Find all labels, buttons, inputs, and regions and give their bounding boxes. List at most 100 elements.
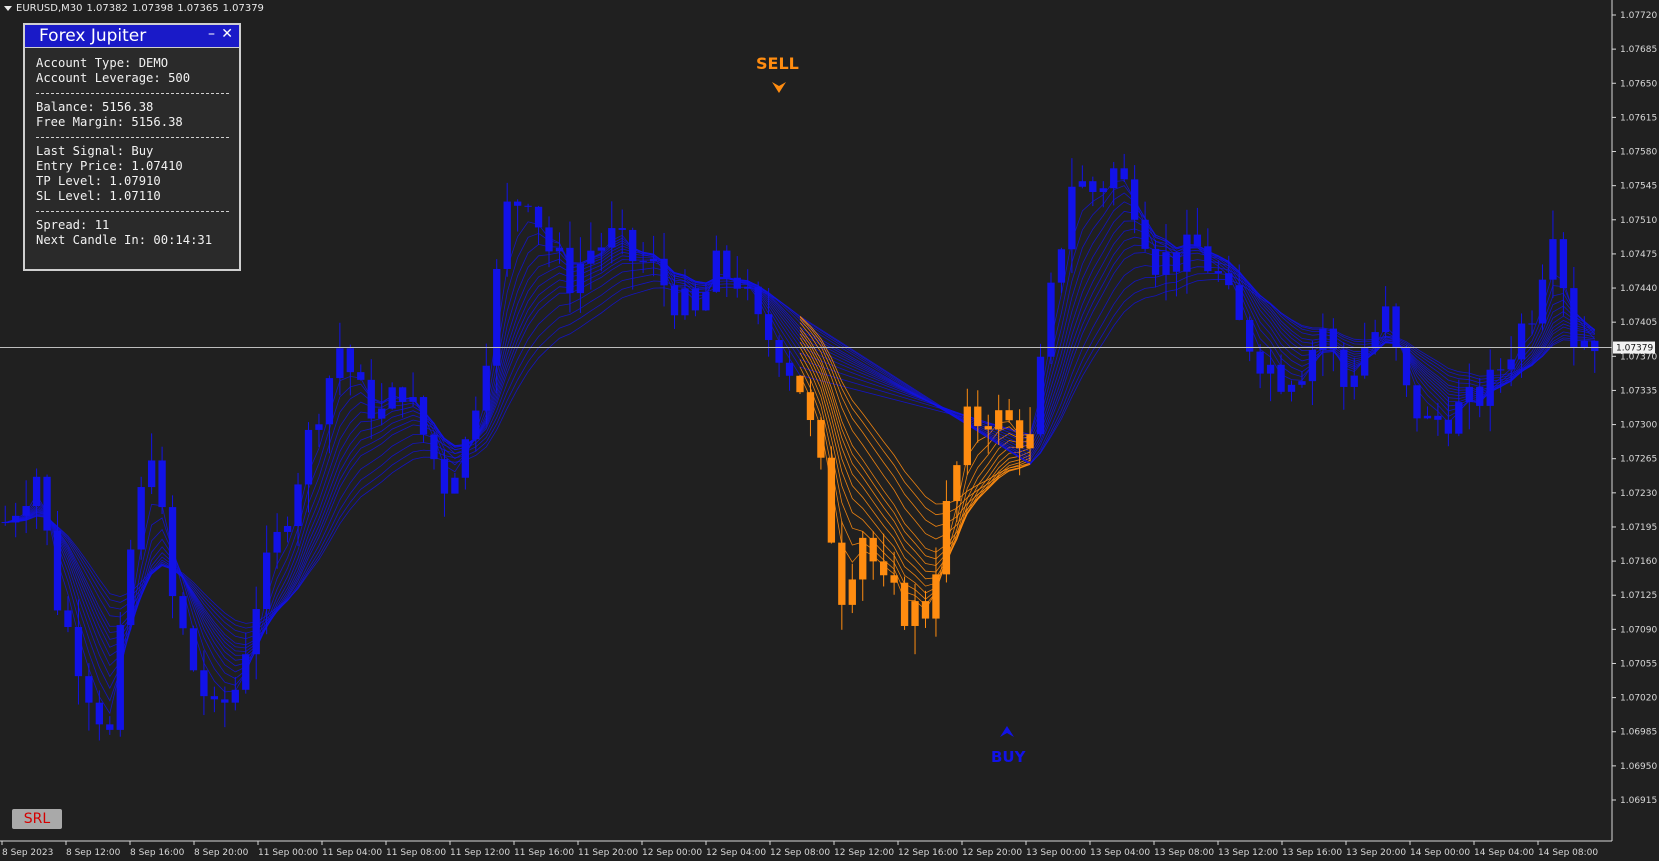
price-tick-label: 1.07265 [1620,455,1657,465]
candle-body [1308,349,1317,382]
candle-body [1266,364,1275,374]
candle-body [158,460,166,508]
candle-body [534,206,543,228]
divider [36,204,229,218]
candle-body [1402,347,1411,386]
current-price-label: 1.07379 [1616,344,1653,354]
candle-body [1350,375,1358,387]
price-tick-label: 1.07545 [1620,182,1657,192]
candle-body [1319,328,1327,350]
candle-body [147,460,156,488]
candle-body [43,476,51,531]
candle-body [357,372,365,380]
candle-body [618,228,626,230]
candle-body [325,378,334,425]
close-button[interactable]: ✕ [221,26,233,42]
candle-body [859,537,867,580]
candle-body [127,549,135,626]
candle-body [419,397,428,435]
time-tick-label: 12 Sep 12:00 [834,848,894,858]
candle-body [346,348,354,373]
price-tick-label: 1.07335 [1620,386,1657,396]
candle-body [1413,385,1421,419]
account-leverage-line: Account Leverage: 500 [36,71,191,85]
candle-body [168,507,177,597]
candle-body [1036,356,1045,435]
buy-label: BUY [991,748,1027,766]
current-price-tag: 1.07379 [1613,341,1655,354]
candle-body [1120,168,1128,180]
chart-menu-triangle-icon[interactable] [4,5,12,11]
candle-body [869,537,877,562]
srl-button[interactable]: SRL [12,809,62,829]
candle-body [900,582,909,626]
candle-body [430,434,438,460]
candle-body [670,285,679,316]
candle-body [1183,234,1191,272]
candle-body [1444,419,1453,434]
time-tick-label: 13 Sep 12:00 [1218,848,1278,858]
candle-body [712,250,720,292]
candle-body [482,365,490,411]
candle-body [1256,351,1264,374]
candle-body [1538,279,1547,324]
forex-jupiter-panel[interactable]: Forex Jupiter – ✕ Account Type: DEMO Acc… [23,23,241,271]
candle-body [974,406,982,427]
candle-body [702,291,710,311]
balance-line: Balance: 5156.38 [36,100,154,114]
candle-body [273,531,281,553]
candle-body [963,406,971,466]
candle-body [932,574,940,619]
time-tick-label: 12 Sep 00:00 [642,848,702,858]
candle-body [555,247,564,252]
candle-body [1151,248,1160,275]
candle-body [252,609,260,655]
candle-body [200,670,208,697]
candle-body [608,228,616,248]
candle-body [22,506,30,516]
price-tick-label: 1.06985 [1620,728,1657,738]
candle-body [388,387,396,409]
candle-body [817,420,825,458]
candle-body [880,561,888,576]
time-tick-label: 11 Sep 12:00 [450,848,510,858]
minimize-button[interactable]: – [208,26,215,42]
candle-body [1371,332,1379,349]
candle-body [629,229,637,262]
candle-body [1496,369,1505,371]
candle-body [1204,246,1212,272]
price-tick-label: 1.07440 [1620,284,1657,294]
candle-body [545,227,553,252]
candle-body [660,258,668,286]
sl-level-line: SL Level: 1.07110 [36,189,161,203]
bid-value: 1.07382 [86,3,128,14]
candle-body [1423,415,1432,419]
candle-body [1099,188,1107,192]
panel-title-bar[interactable]: Forex Jupiter – ✕ [25,25,239,48]
price-chart[interactable]: 1.07720 1.07685 1.07650 1.07615 1.07580 1.075… [0,0,1659,861]
time-tick-label: 11 Sep 00:00 [258,848,318,858]
time-tick-label: 14 Sep 08:00 [1538,848,1598,858]
candle-body [796,375,804,393]
entry-price-line: Entry Price: 1.07410 [36,159,183,173]
price-tick-label: 1.07405 [1620,318,1657,328]
candle-body [1476,386,1484,406]
candle-body [890,575,898,583]
candle-body [137,487,145,550]
candle-body [1361,348,1369,376]
candle-body [942,501,951,575]
candle-body [587,250,595,264]
candle-body [754,286,762,315]
candle-body [1559,239,1568,289]
candle-body [921,601,930,619]
time-tick-label: 8 Sep 12:00 [66,848,121,858]
candle-body [848,579,856,605]
price-tick-label: 1.07195 [1620,523,1657,533]
candle-body [1089,181,1097,192]
price-tick-label: 1.07160 [1620,557,1657,567]
candle-body [649,258,658,262]
candle-body [85,676,93,703]
candle-body [1340,349,1348,387]
candle-body [1287,384,1296,392]
candle-body [440,459,449,494]
